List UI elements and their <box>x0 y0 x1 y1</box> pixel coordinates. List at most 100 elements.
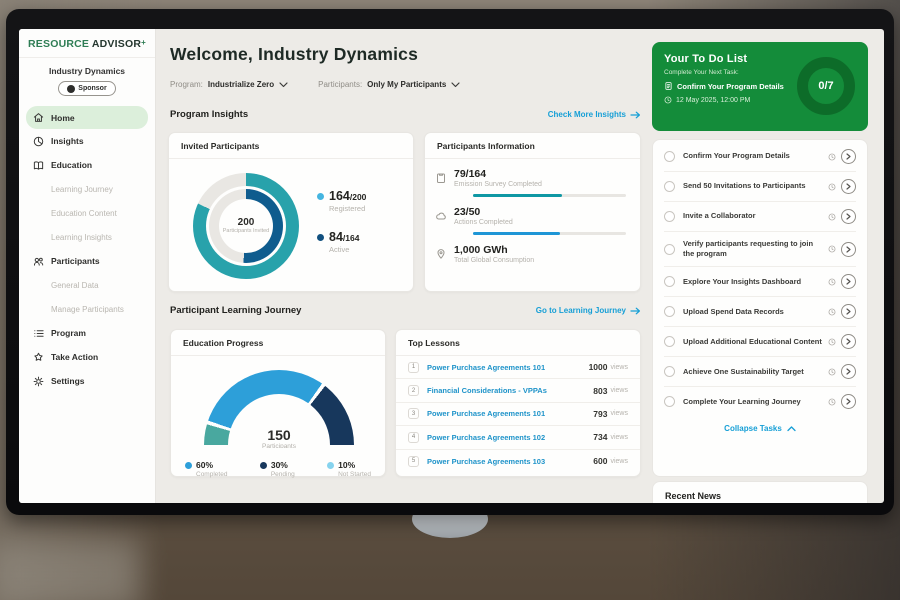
todo-progress-value: 0/7 <box>818 80 833 92</box>
sidebar-item-education-content[interactable]: Education Content <box>19 201 155 225</box>
program-filter-value: Industrialize Zero <box>208 80 274 89</box>
task-open-button[interactable] <box>841 179 856 194</box>
legend-label: Not Started <box>338 471 371 478</box>
sidebar-item-education[interactable]: Education <box>19 153 155 177</box>
lesson-views: 793 <box>593 409 607 419</box>
task-label: Send 50 Invitations to Participants <box>683 181 824 191</box>
task-label: Invite a Collaborator <box>683 211 824 221</box>
legend-label: Active <box>329 245 366 254</box>
take-action-icon <box>33 352 44 363</box>
stat-label: Total Global Consumption <box>454 257 628 264</box>
main-content: Welcome, Industry Dynamics Program: Indu… <box>157 29 652 503</box>
task-open-button[interactable] <box>841 394 856 409</box>
task-checkbox[interactable] <box>664 211 675 222</box>
task-checkbox[interactable] <box>664 306 675 317</box>
sidebar-item-take-action[interactable]: Take Action <box>19 345 155 369</box>
lesson-title-link[interactable]: Power Purchase Agreements 102 <box>427 433 593 442</box>
lesson-views: 600 <box>593 456 607 466</box>
participants-information-body: 79/164 Emission Survey Completed 23/50 A… <box>425 159 640 264</box>
sponsor-badge: Sponsor <box>58 81 116 96</box>
filter-bar: Program: Industrialize Zero Participants… <box>170 80 460 89</box>
program-dropdown[interactable]: Program: Industrialize Zero <box>170 80 288 89</box>
task-checkbox[interactable] <box>664 336 675 347</box>
clock-icon <box>664 96 672 104</box>
task-row: Confirm Your Program Details <box>664 142 856 172</box>
task-label: Verify participants requesting to join t… <box>683 239 824 259</box>
task-label: Achieve One Sustainability Target <box>683 367 824 377</box>
lesson-title-link[interactable]: Power Purchase Agreements 101 <box>427 363 589 372</box>
task-open-button[interactable] <box>841 364 856 379</box>
legend-value: 10% <box>338 460 355 470</box>
sidebar-item-label: Program <box>51 328 86 338</box>
donut-center-label: Participants Invited <box>223 228 269 235</box>
clock-icon <box>828 278 836 286</box>
lesson-row: 4 Power Purchase Agreements 102 734 view… <box>396 426 640 449</box>
location-pin-icon <box>435 248 447 260</box>
legend-dot <box>317 193 324 200</box>
task-checkbox[interactable] <box>664 396 675 407</box>
collapse-label: Collapse Tasks <box>724 424 782 433</box>
app-logo: RESOURCE ADVISOR+ <box>19 29 155 58</box>
stat-emission-survey: 79/164 Emission Survey Completed <box>435 168 628 197</box>
legend-label: Registered <box>329 204 366 213</box>
chevron-right-icon <box>846 278 851 285</box>
task-open-button[interactable] <box>841 149 856 164</box>
learning-journey-header: Participant Learning Journey Go to Learn… <box>170 305 641 316</box>
todo-panel: Your To Do List Complete Your Next Task:… <box>652 29 868 503</box>
sidebar-item-learning-journey[interactable]: Learning Journey <box>19 177 155 201</box>
task-checkbox[interactable] <box>664 181 675 192</box>
lesson-title-link[interactable]: Power Purchase Agreements 101 <box>427 409 593 418</box>
chevron-right-icon <box>846 398 851 405</box>
sidebar-item-insights[interactable]: Insights <box>19 129 155 153</box>
program-filter-label: Program: <box>170 80 203 89</box>
education-icon <box>33 160 44 171</box>
participants-dropdown[interactable]: Participants: Only My Participants <box>318 80 460 89</box>
legend-label: Pending <box>271 471 295 478</box>
task-open-button[interactable] <box>841 242 856 257</box>
sidebar-item-manage-participants[interactable]: Manage Participants <box>19 297 155 321</box>
insights-icon <box>33 136 44 147</box>
task-label: Explore Your Insights Dashboard <box>683 277 824 287</box>
sidebar-item-participants[interactable]: Participants <box>19 249 155 273</box>
go-to-learning-journey-link[interactable]: Go to Learning Journey <box>536 306 641 315</box>
task-row: Send 50 Invitations to Participants <box>664 172 856 202</box>
task-row: Explore Your Insights Dashboard <box>664 267 856 297</box>
task-checkbox[interactable] <box>664 244 675 255</box>
gauge-legend: 60% Completed 30% Pending 10% Not Starte… <box>171 452 385 478</box>
sidebar-item-general-data[interactable]: General Data <box>19 273 155 297</box>
stat-label: Emission Survey Completed <box>454 181 628 188</box>
clock-icon <box>828 245 836 253</box>
card-title: Participants Information <box>425 133 640 159</box>
card-title: Invited Participants <box>169 133 413 159</box>
logo-primary: RESOURCE <box>28 38 89 50</box>
check-more-insights-link[interactable]: Check More Insights <box>548 110 641 119</box>
sidebar-item-label: Home <box>51 113 75 123</box>
donut-legend: 164/200 Registered 84/164 Active <box>317 189 366 279</box>
sidebar-item-learning-insights[interactable]: Learning Insights <box>19 225 155 249</box>
sidebar-item-label: Learning Insights <box>51 233 112 242</box>
task-open-button[interactable] <box>841 274 856 289</box>
task-open-button[interactable] <box>841 304 856 319</box>
lesson-title-link[interactable]: Power Purchase Agreements 103 <box>427 457 593 466</box>
arrow-right-icon <box>630 111 641 119</box>
recent-news-card: Recent News <box>652 481 868 503</box>
sponsor-icon <box>67 85 75 93</box>
section-title: Participant Learning Journey <box>170 305 301 316</box>
section-title: Program Insights <box>170 109 248 120</box>
sidebar-item-settings[interactable]: Settings <box>19 369 155 393</box>
lesson-views-unit: views <box>610 387 628 394</box>
lesson-row: 5 Power Purchase Agreements 103 600 view… <box>396 450 640 473</box>
invited-participants-body: 200 Participants Invited 164/200 Registe… <box>169 159 413 279</box>
sidebar-item-program[interactable]: Program <box>19 321 155 345</box>
sidebar-item-home[interactable]: Home <box>26 106 148 129</box>
task-checkbox[interactable] <box>664 151 675 162</box>
lesson-views: 803 <box>593 386 607 396</box>
task-row: Complete Your Learning Journey <box>664 387 856 416</box>
task-open-button[interactable] <box>841 209 856 224</box>
task-checkbox[interactable] <box>664 366 675 377</box>
task-checkbox[interactable] <box>664 276 675 287</box>
lesson-title-link[interactable]: Financial Considerations - VPPAs <box>427 386 593 395</box>
participants-information-card: Participants Information 79/164 Emission… <box>424 132 641 292</box>
collapse-tasks-link[interactable]: Collapse Tasks <box>664 416 856 441</box>
task-open-button[interactable] <box>841 334 856 349</box>
